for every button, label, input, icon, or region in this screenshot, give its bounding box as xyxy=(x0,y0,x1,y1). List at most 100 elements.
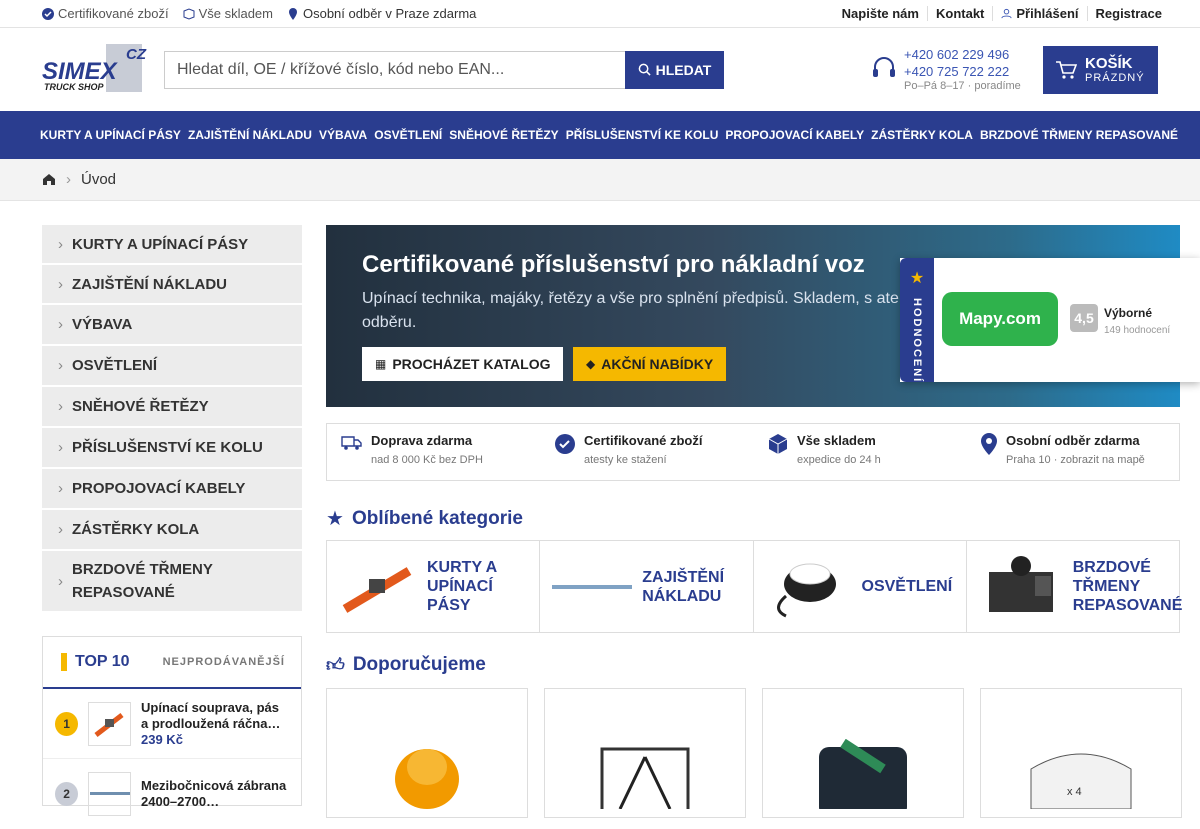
nav-item-zajisteni[interactable]: ZAJIŠTĚNÍ NÁKLADU xyxy=(188,128,312,142)
favorite-categories: KURTY A UPÍNACÍ PÁSY ZAJIŠTĚNÍ NÁKLADU O… xyxy=(326,540,1183,633)
section-title: Oblíbené kategorie xyxy=(351,507,523,529)
sidebar-item-kabely[interactable]: PROPOJOVACÍ KABELY xyxy=(42,469,302,510)
bar-icon xyxy=(89,792,130,795)
nav-item-vybava[interactable]: VÝBAVA xyxy=(319,128,367,142)
sidebar-item-zajisteni[interactable]: ZAJIŠTĚNÍ NÁKLADU xyxy=(42,265,302,305)
search-button-label: HLEDAT xyxy=(655,61,712,78)
recommended-products: x 4 xyxy=(326,688,1182,818)
filter-image xyxy=(819,739,907,809)
link-register[interactable]: Registrace xyxy=(1086,6,1170,21)
sidebar-item-osvetleni[interactable]: OSVĚTLENÍ xyxy=(42,346,302,387)
cart-button[interactable]: KOŠÍK PRÁZDNÝ xyxy=(1043,46,1158,94)
product-card[interactable] xyxy=(762,688,964,818)
rating-widget[interactable]: ★ HODNOCENÍ Mapy.com 4,5 Výborné 149 hodno… xyxy=(900,258,1200,383)
usp-delivery: Doprava zdarma nad 8 000 Kč bez DPH xyxy=(327,424,540,480)
top-bar: Certifikované zboží Vše skladem Osobní o… xyxy=(0,0,1200,28)
product-thumb xyxy=(88,701,131,746)
product-card[interactable]: x 4 xyxy=(980,688,1182,818)
home-icon[interactable] xyxy=(42,173,56,186)
category-card[interactable]: ZAJIŠTĚNÍ NÁKLADU xyxy=(540,541,754,632)
usp-title: Doprava zdarma xyxy=(371,433,473,448)
phone-1[interactable]: +420 602 229 496 xyxy=(904,46,1021,63)
catalog-button[interactable]: ▦ PROCHÁZET KATALOG xyxy=(362,347,564,381)
shield-check-icon xyxy=(42,7,54,20)
usp-strip: Doprava zdarma nad 8 000 Kč bez DPH Certi… xyxy=(326,423,1180,481)
usp-pickup-box[interactable]: Osobní odběr zdarma Praha 10 · zobrazit n… xyxy=(966,424,1179,480)
top-links: Napište nám Kontakt Přihlášení Registrac… xyxy=(834,6,1170,21)
search-button[interactable]: HLEDAT xyxy=(625,50,724,89)
star-icon: ★ xyxy=(909,270,925,287)
cart-icon xyxy=(1056,61,1077,79)
logo[interactable]: SIMEX CZ TRUCK SHOP xyxy=(42,43,146,96)
contact-box: +420 602 229 496 +420 725 722 222 Po–Pá … xyxy=(872,46,1021,92)
usp-pickup: Osobní odběr v Praze zdarma xyxy=(287,6,476,21)
cart-status: PRÁZDNÝ xyxy=(1085,72,1145,84)
strap-image xyxy=(342,566,412,613)
caliper-image xyxy=(988,555,1053,612)
nav-item-zasterky[interactable]: ZÁSTĚRKY KOLA xyxy=(871,128,973,142)
nav-item-osvetleni[interactable]: OSVĚTLENÍ xyxy=(374,128,442,142)
offers-button-label: AKČNÍ NABÍDKY xyxy=(601,356,714,372)
brake-pad-image: x 4 xyxy=(1030,753,1132,809)
badge-check-icon xyxy=(555,434,575,454)
location-pin-icon xyxy=(288,7,297,20)
breadcrumb-separator: › xyxy=(66,171,71,188)
search-input[interactable]: Hledat díl, OE / křížové číslo, kód nebo… xyxy=(164,50,625,89)
product-price: 239 Kč xyxy=(141,732,183,747)
sidebar-item-kurty[interactable]: KURTY A UPÍNACÍ PÁSY xyxy=(42,225,302,265)
header: SIMEX CZ TRUCK SHOP Hledat díl, OE / kří… xyxy=(0,28,1200,111)
breadcrumb: › Úvod xyxy=(0,159,1200,201)
rating-tab[interactable]: ★ HODNOCENÍ xyxy=(900,258,934,383)
thumbs-up-icon: 👍︎ xyxy=(326,655,345,675)
usp-title: Certifikované zboží xyxy=(584,433,703,448)
link-login[interactable]: Přihlášení xyxy=(992,6,1086,21)
section-title: Doporučujeme xyxy=(352,654,486,675)
nav-item-retezy[interactable]: SNĚHOVÉ ŘETĚZY xyxy=(449,128,558,142)
user-icon xyxy=(1001,8,1012,19)
usp-title: Osobní odběr zdarma xyxy=(1006,433,1140,448)
category-card[interactable]: KURTY A UPÍNACÍ PÁSY xyxy=(327,541,541,632)
nav-item-trmeny[interactable]: BRZDOVÉ TŘMENY REPASOVANÉ xyxy=(980,128,1178,142)
cart-label: KOŠÍK xyxy=(1085,55,1133,72)
product-card[interactable] xyxy=(326,688,528,818)
star-icon: ★ xyxy=(326,508,344,530)
nav-item-kolo[interactable]: PŘÍSLUŠENSTVÍ KE KOLU xyxy=(566,128,719,142)
sidebar-item-vybava[interactable]: VÝBAVA xyxy=(42,305,302,346)
rank-badge: 2 xyxy=(55,782,79,806)
search-icon xyxy=(638,63,651,76)
category-label: BRZDOVÉ TŘMENY REPASOVANÉ xyxy=(1072,559,1183,614)
warning-sign-image xyxy=(600,747,690,809)
truck-icon xyxy=(341,436,362,450)
top10-row[interactable]: 2 Mezibočnicová zábrana 2400–2700… xyxy=(43,759,301,829)
usp-certified: Certifikované zboží xyxy=(42,6,169,21)
breadcrumb-current: Úvod xyxy=(81,171,117,188)
rank-badge: 1 xyxy=(55,711,79,736)
product-card[interactable] xyxy=(544,688,746,818)
nav-item-kurty[interactable]: KURTY A UPÍNACÍ PÁSY xyxy=(40,128,181,142)
phone-2[interactable]: +420 725 722 222 xyxy=(904,63,1021,80)
sidebar-item-kolo[interactable]: PŘÍSLUŠENSTVÍ KE KOLU xyxy=(42,428,302,469)
section-recommended-heading: 👍︎ Doporučujeme xyxy=(326,654,486,676)
login-label: Přihlášení xyxy=(1016,6,1079,21)
sidebar-item-trmeny[interactable]: BRZDOVÉ TŘMENY REPASOVANÉ xyxy=(42,551,302,613)
headset-icon xyxy=(873,57,895,77)
product-thumb xyxy=(88,772,131,816)
beacon-image xyxy=(395,749,459,809)
top10-title: TOP 10 xyxy=(75,653,130,670)
link-contact[interactable]: Kontakt xyxy=(926,6,992,21)
top10-row[interactable]: 1 Upínací souprava, pás a prodloužená rá… xyxy=(43,689,301,759)
product-name: Mezibočnicová zábrana 2400–2700… xyxy=(141,778,287,809)
category-card[interactable]: BRZDOVÉ TŘMENY REPASOVANÉ xyxy=(967,541,1183,632)
search-bar: Hledat díl, OE / křížové číslo, kód nebo… xyxy=(164,50,724,89)
nav-item-kabely[interactable]: PROPOJOVACÍ KABELY xyxy=(725,128,864,142)
link-write-us[interactable]: Napište nám xyxy=(834,6,927,21)
top10-header: TOP 10 NEJPRODÁVANĚJŠÍ xyxy=(43,637,301,689)
offers-button[interactable]: ◆ AKČNÍ NABÍDKY xyxy=(573,347,727,381)
opening-hours: Po–Pá 8–17 · poradíme xyxy=(904,80,1021,92)
sidebar-item-retezy[interactable]: SNĚHOVÉ ŘETĚZY xyxy=(42,387,302,428)
grid-icon: ▦ xyxy=(375,357,387,371)
top10-box: TOP 10 NEJPRODÁVANĚJŠÍ 1 Upínací souprav… xyxy=(42,636,302,816)
rating-count: 149 hodnocení xyxy=(1104,325,1171,336)
sidebar-item-zasterky[interactable]: ZÁSTĚRKY KOLA xyxy=(42,510,302,551)
category-card[interactable]: OSVĚTLENÍ xyxy=(754,541,967,632)
